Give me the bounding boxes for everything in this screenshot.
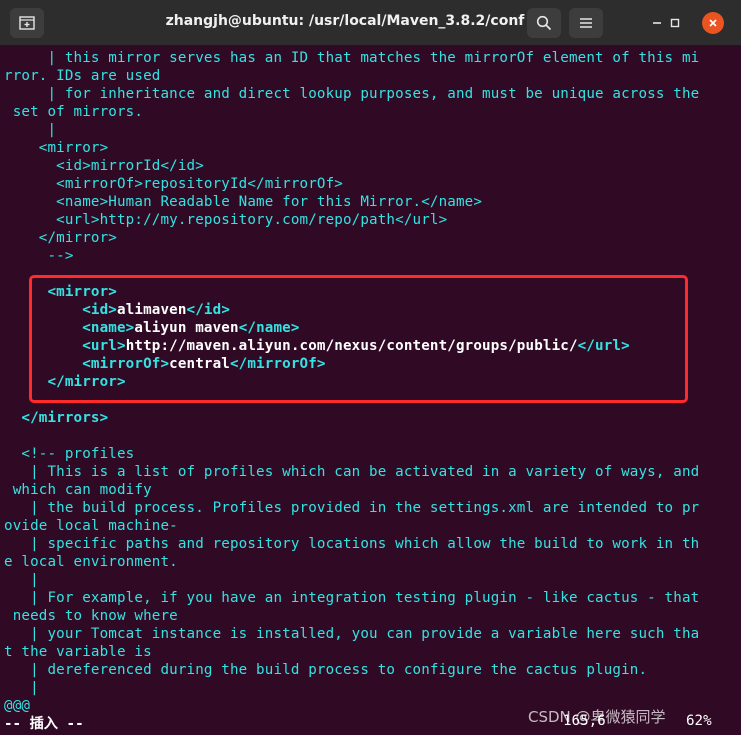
- comment-text: |: [4, 572, 39, 588]
- comment-text: | For example, if you have an integratio…: [4, 590, 700, 606]
- terminal-line: | your Tomcat instance is installed, you…: [4, 625, 699, 643]
- terminal-line: <id>mirrorId</id>: [4, 157, 204, 175]
- comment-text: -->: [4, 248, 74, 264]
- terminal-line: -->: [4, 247, 74, 265]
- vim-mode-indicator: -- 插入 --: [4, 716, 84, 732]
- terminal-line: | this mirror serves has an ID that matc…: [4, 49, 699, 67]
- terminal-line: | specific paths and repository location…: [4, 535, 699, 553]
- comment-text: | dereferenced during the build process …: [4, 662, 648, 678]
- comment-text: </mirror>: [4, 230, 117, 246]
- hamburger-menu-icon: [580, 18, 592, 28]
- comment-text: which can modify: [4, 482, 152, 498]
- close-button[interactable]: [702, 12, 724, 34]
- menu-button[interactable]: [569, 8, 603, 38]
- terminal-line: | dereferenced during the build process …: [4, 661, 647, 679]
- comment-text: <url>http://my.repository.com/repo/path<…: [4, 212, 448, 228]
- csdn-watermark: CSDN @卑微猿同学: [528, 708, 666, 726]
- comment-text: @@@: [4, 698, 31, 714]
- comment-text: <name>Human Readable Name for this Mirro…: [4, 194, 483, 210]
- new-tab-button[interactable]: [10, 8, 44, 38]
- terminal-line: t the variable is: [4, 643, 152, 661]
- comment-text: | specific paths and repository location…: [4, 536, 700, 552]
- comment-text: <mirror>: [4, 140, 109, 156]
- terminal-line: </mirror>: [4, 229, 117, 247]
- maximize-button[interactable]: [664, 12, 686, 34]
- terminal-line: | for inheritance and direct lookup purp…: [4, 85, 699, 103]
- terminal-line: </mirrors>: [4, 409, 108, 427]
- comment-text: e local environment.: [4, 554, 178, 570]
- comment-text: | the build process. Profiles provided i…: [4, 500, 700, 516]
- comment-text: | This is a list of profiles which can b…: [4, 464, 700, 480]
- terminal-line: needs to know where: [4, 607, 178, 625]
- terminal-line: |: [4, 679, 39, 697]
- maximize-icon: [670, 18, 680, 28]
- terminal-line: | This is a list of profiles which can b…: [4, 463, 699, 481]
- title-bar: zhangjh@ubuntu: /usr/local/Maven_3.8.2/c…: [0, 0, 741, 46]
- comment-text: | this mirror serves has an ID that matc…: [4, 50, 700, 66]
- terminal-line: which can modify: [4, 481, 152, 499]
- comment-text: <id>mirrorId</id>: [4, 158, 204, 174]
- terminal-line: <name>Human Readable Name for this Mirro…: [4, 193, 482, 211]
- scroll-percent: 62%: [686, 713, 712, 729]
- terminal-line: rror. IDs are used: [4, 67, 160, 85]
- comment-text: rror. IDs are used: [4, 68, 161, 84]
- terminal-line: ovide local machine-: [4, 517, 178, 535]
- terminal-line: <mirror>: [4, 139, 108, 157]
- search-button[interactable]: [527, 8, 561, 38]
- terminal-line: <!-- profiles: [4, 445, 134, 463]
- comment-text: ovide local machine-: [4, 518, 178, 534]
- comment-text: | your Tomcat instance is installed, you…: [4, 626, 700, 642]
- comment-text: set of mirrors.: [4, 104, 144, 120]
- minimize-icon: [653, 22, 661, 24]
- terminal-window: zhangjh@ubuntu: /usr/local/Maven_3.8.2/c…: [0, 0, 741, 735]
- terminal-line: set of mirrors.: [4, 103, 143, 121]
- comment-text: |: [4, 122, 57, 138]
- terminal-line: | the build process. Profiles provided i…: [4, 499, 699, 517]
- comment-text: | for inheritance and direct lookup purp…: [4, 86, 700, 102]
- comment-text: |: [4, 680, 39, 696]
- mirror-highlight-box: [29, 275, 688, 403]
- terminal-line: |: [4, 121, 56, 139]
- comment-text: needs to know where: [4, 608, 178, 624]
- terminal-line: e local environment.: [4, 553, 178, 571]
- terminal-line: |: [4, 571, 39, 589]
- xml-open-tag: </mirrors>: [4, 410, 109, 426]
- terminal-line: | For example, if you have an integratio…: [4, 589, 699, 607]
- comment-text: <!-- profiles: [4, 446, 135, 462]
- comment-text: <mirrorOf>repositoryId</mirrorOf>: [4, 176, 343, 192]
- search-icon: [536, 15, 552, 31]
- terminal-line: <url>http://my.repository.com/repo/path<…: [4, 211, 447, 229]
- comment-text: t the variable is: [4, 644, 152, 660]
- close-icon: [709, 19, 717, 27]
- terminal-line: <mirrorOf>repositoryId</mirrorOf>: [4, 175, 343, 193]
- window-title: zhangjh@ubuntu: /usr/local/Maven_3.8.2/c…: [165, 13, 525, 29]
- new-tab-icon: [19, 16, 35, 30]
